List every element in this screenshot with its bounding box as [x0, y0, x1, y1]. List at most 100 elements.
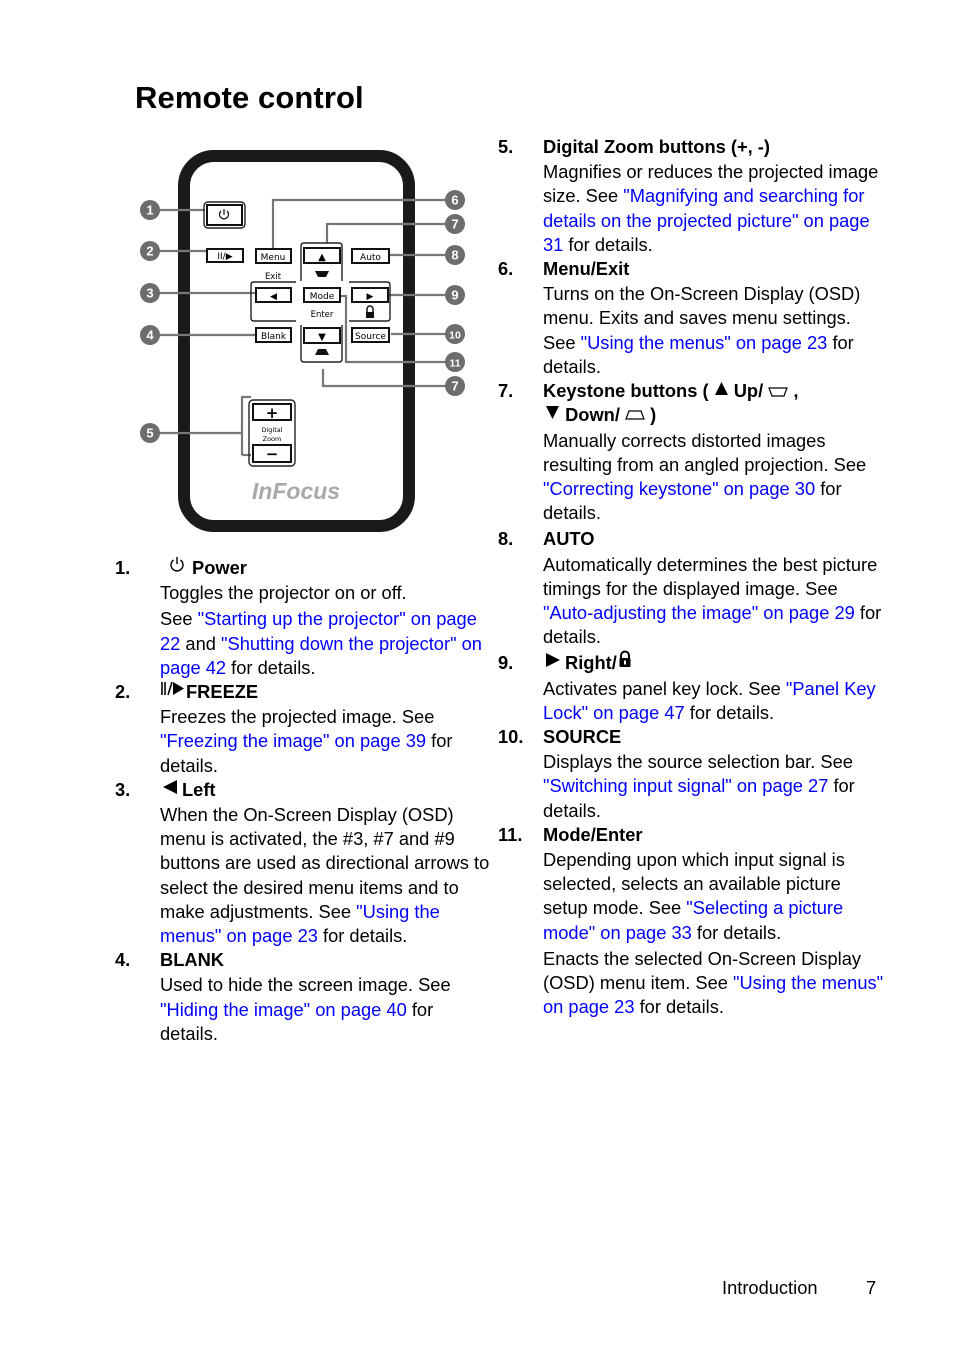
description-text: Displays the source selection bar. See	[543, 751, 853, 773]
item-heading: FREEZE	[160, 680, 495, 704]
item-number: 1.	[115, 557, 131, 578]
page-title: Remote control	[135, 80, 364, 115]
callout-number: 4	[146, 328, 154, 343]
item-description: Automatically determines the best pictur…	[543, 553, 888, 650]
description-text: Manually corrects distorted images resul…	[543, 429, 867, 475]
source-button-label: Source	[355, 332, 386, 342]
zoom-label: Zoom	[263, 435, 282, 443]
item-number: 8.	[498, 528, 514, 550]
callout-number: 1	[146, 203, 153, 218]
item-heading: BLANK	[160, 948, 495, 972]
callout-number: 7	[451, 217, 458, 232]
heading-text: )	[645, 404, 657, 426]
keystone-down-icon	[625, 403, 645, 427]
description-text: Activates panel key lock. See	[543, 677, 786, 699]
up-arrow-icon	[714, 378, 729, 402]
heading-text: ,	[788, 380, 799, 402]
heading-text: BLANK	[160, 949, 224, 971]
item-description: Magnifies or reduces the projected image…	[543, 160, 888, 257]
item-heading: Digital Zoom buttons (+, -)	[543, 135, 888, 159]
item-description: Turns on the On-Screen Display (OSD) men…	[543, 282, 888, 379]
callout-number: 7	[451, 379, 458, 394]
item-description: Toggles the projector on or off.	[160, 581, 495, 605]
mode-button-label: Mode	[310, 292, 335, 302]
cross-reference-link[interactable]: "Freezing the image" on page 39	[160, 730, 426, 751]
item-number: 3.	[115, 778, 131, 800]
item-number: 11.	[498, 823, 523, 845]
heading-text: Left	[182, 778, 216, 800]
freeze-button-label: II/▶	[217, 252, 232, 262]
description-text: for details.	[691, 921, 782, 943]
item-heading: Left	[160, 778, 495, 802]
description-text: Automatically determines the best pictur…	[543, 553, 878, 599]
item-heading: Right/	[543, 650, 888, 675]
list-item: 6. Menu/Exit Turns on the On-Screen Displa…	[498, 257, 888, 379]
infocus-logo: InFocus	[252, 478, 340, 504]
heading-text: Down/	[560, 404, 625, 426]
description-text: See	[160, 608, 198, 630]
item-description: Freezes the projected image. See "Freezi…	[160, 705, 495, 778]
description-text: for details.	[684, 701, 775, 723]
list-item: 10. SOURCE Displays the source selection b…	[498, 725, 888, 823]
left-arrow-icon	[162, 777, 178, 801]
down-arrow-icon	[545, 402, 560, 426]
item-description: See "Starting up the projector" on page …	[160, 607, 495, 680]
heading-text: Mode/Enter	[543, 823, 643, 845]
description-text: for details.	[563, 233, 653, 255]
down-arrow-icon: ▼	[318, 332, 326, 343]
callout-number: 8	[451, 248, 458, 263]
power-icon	[168, 555, 186, 579]
item-number: 2.	[115, 681, 131, 703]
callout-number: 10	[449, 330, 461, 342]
item-number: 9.	[498, 652, 514, 674]
callout-number: 9	[451, 288, 458, 303]
heading-text: Up/	[728, 380, 769, 402]
heading-text: Menu/Exit	[543, 258, 630, 280]
item-description: Displays the source selection bar. See "…	[543, 750, 888, 823]
footer-section: Introduction	[722, 1277, 818, 1298]
keystone-up-icon	[768, 379, 789, 403]
left-arrow-icon: ◀	[270, 292, 277, 302]
item-heading: AUTO	[543, 527, 888, 551]
list-item: 8. AUTO Automatically determines the best …	[498, 527, 888, 649]
cross-reference-link[interactable]: "Hiding the image" on page 40	[160, 999, 407, 1020]
item-heading: SOURCE	[543, 725, 888, 749]
list-item: 9. Right/Activates panel key lock. See "P…	[498, 650, 888, 725]
list-item: 7. Keystone buttons ( Up/ , Down/ ) Manual…	[498, 379, 888, 525]
item-number: 7.	[498, 380, 514, 402]
enter-label: Enter	[311, 310, 334, 320]
cross-reference-link[interactable]: "Auto-adjusting the image" on page 29	[543, 602, 855, 623]
callout-number: 11	[449, 358, 460, 370]
list-item: 2. FREEZE Freezes the projected image. See…	[115, 680, 495, 778]
up-arrow-icon: ▲	[318, 252, 326, 263]
item-number: 4.	[115, 949, 131, 971]
list-item: 3. Left When the On-Screen Display (OSD) m…	[115, 778, 495, 948]
description-text: for details.	[317, 925, 408, 947]
minus-icon: −	[266, 445, 279, 463]
exit-label: Exit	[265, 272, 282, 282]
item-number: 6.	[498, 258, 514, 280]
cross-reference-link[interactable]: "Correcting keystone" on page 30	[543, 478, 815, 499]
left-column: 1. Power Toggles the projector on or off. S…	[115, 556, 495, 1046]
right-column: 5. Digital Zoom buttons (+, -) Magnifies o…	[498, 135, 888, 1019]
item-description: Enacts the selected On-Screen Display (O…	[543, 947, 888, 1020]
page-number: 7	[866, 1277, 877, 1298]
freeze-icon	[160, 679, 186, 703]
heading-text: AUTO	[543, 528, 595, 550]
heading-text: Digital Zoom buttons (+, -)	[543, 136, 770, 157]
auto-button-label: Auto	[360, 253, 381, 263]
description-text: and	[180, 632, 222, 654]
item-description: When the On-Screen Display (OSD) menu is…	[160, 803, 495, 948]
item-heading: Mode/Enter	[543, 823, 888, 847]
cross-reference-link[interactable]: "Using the menus" on page 23	[581, 332, 828, 353]
right-arrow-icon: ▶	[367, 292, 374, 302]
digital-label: Digital	[261, 426, 282, 434]
right-arrow-icon	[545, 650, 561, 674]
menu-button-label: Menu	[261, 253, 286, 263]
heading-text: SOURCE	[543, 726, 622, 747]
item-number: 10.	[498, 726, 524, 747]
heading-text: Right/	[565, 652, 617, 674]
heading-text: Power	[192, 557, 247, 578]
cross-reference-link[interactable]: "Switching input signal" on page 27	[543, 775, 828, 796]
item-heading: Power	[160, 556, 495, 580]
